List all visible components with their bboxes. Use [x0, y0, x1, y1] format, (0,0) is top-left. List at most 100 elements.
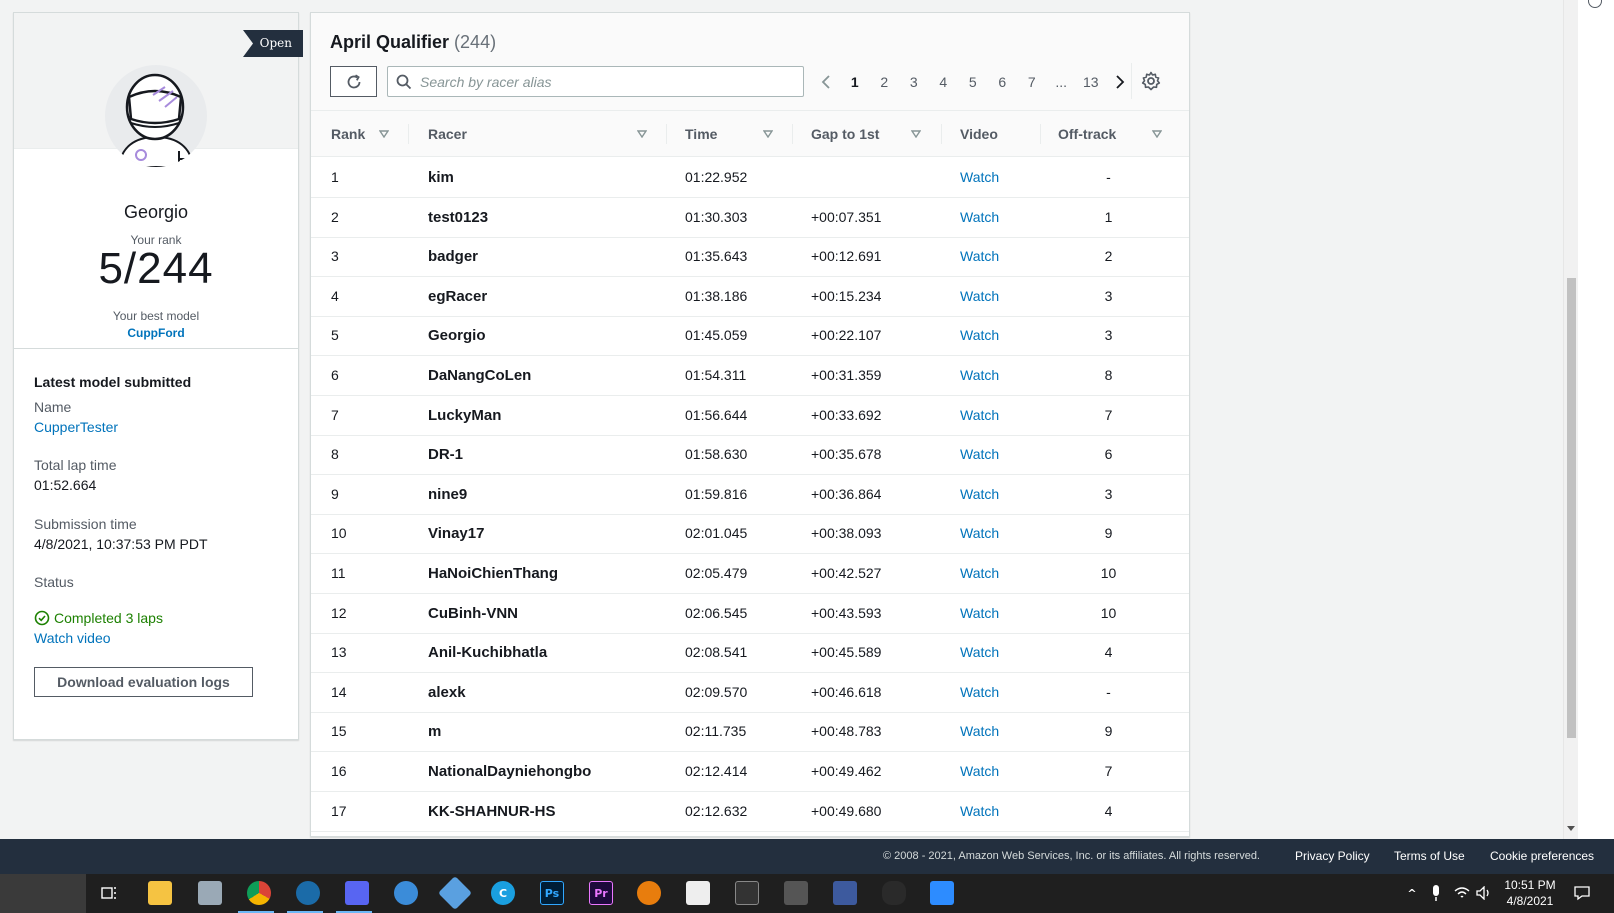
- offtrack-cell: 3: [1104, 485, 1113, 502]
- page-3[interactable]: 3: [899, 74, 929, 90]
- page-1[interactable]: 1: [840, 74, 870, 90]
- page-2[interactable]: 2: [870, 74, 900, 90]
- cpu-monitor-icon[interactable]: [784, 881, 808, 905]
- col-rank[interactable]: Rank: [331, 111, 365, 157]
- wifi-icon[interactable]: [1450, 881, 1474, 905]
- scroll-down-arrow-icon[interactable]: [1567, 826, 1575, 831]
- lap-time-value: 01:52.664: [34, 477, 97, 493]
- clock[interactable]: 10:51 PM 4/8/2021: [1500, 877, 1560, 909]
- watch-link[interactable]: Watch: [960, 316, 999, 355]
- watch-link[interactable]: Watch: [960, 712, 999, 751]
- watch-link[interactable]: Watch: [960, 792, 999, 831]
- task-view-icon[interactable]: [97, 881, 121, 905]
- file-explorer-icon[interactable]: [148, 881, 172, 905]
- gap-cell: +00:49.680: [811, 802, 882, 819]
- offtrack-cell: 1: [1104, 208, 1113, 225]
- col-divider: [666, 124, 667, 144]
- premiere-icon[interactable]: Pr: [589, 881, 613, 905]
- table-row: 8 DR-1 01:58.630 +00:35.678 Watch 6: [311, 435, 1189, 476]
- col-divider: [1040, 124, 1041, 144]
- watch-link[interactable]: Watch: [960, 752, 999, 791]
- watch-link[interactable]: Watch: [960, 198, 999, 237]
- terms-of-use-link[interactable]: Terms of Use: [1394, 839, 1465, 874]
- watch-link[interactable]: Watch: [960, 396, 999, 435]
- racer-cell: alexk: [428, 683, 466, 701]
- photoshop-icon[interactable]: Ps: [540, 881, 564, 905]
- latest-model-card: Latest model submitted Name CupperTester…: [13, 349, 299, 740]
- download-logs-button[interactable]: Download evaluation logs: [34, 667, 253, 697]
- watch-link[interactable]: Watch: [960, 673, 999, 712]
- clock-date: 4/8/2021: [1506, 894, 1554, 908]
- watch-link[interactable]: Watch: [960, 475, 999, 514]
- watch-link[interactable]: Watch: [960, 514, 999, 553]
- watch-link[interactable]: Watch: [960, 594, 999, 633]
- page-4[interactable]: 4: [929, 74, 959, 90]
- sort-time-icon[interactable]: [763, 130, 773, 138]
- tray-chevron-up-icon[interactable]: ^: [1400, 881, 1424, 905]
- table-row: 15 m 02:11.735 +00:48.783 Watch 9: [311, 712, 1189, 753]
- cookie-preferences-link[interactable]: Cookie preferences: [1490, 839, 1594, 874]
- c-app-icon[interactable]: C: [491, 881, 515, 905]
- gap-cell: +00:46.618: [811, 683, 882, 700]
- volume-icon[interactable]: [1472, 881, 1496, 905]
- photos-icon[interactable]: [198, 881, 222, 905]
- sort-rank-icon[interactable]: [379, 130, 389, 138]
- scrollbar-thumb[interactable]: [1567, 278, 1576, 738]
- best-model-link[interactable]: CuppFord: [14, 326, 298, 340]
- sort-gap-icon[interactable]: [911, 130, 921, 138]
- watch-link[interactable]: Watch: [960, 277, 999, 316]
- chevron-right-icon: [1116, 75, 1125, 89]
- copyright-text: © 2008 - 2021, Amazon Web Services, Inc.…: [883, 850, 1260, 862]
- table-settings-button[interactable]: [1141, 71, 1161, 91]
- page-6[interactable]: 6: [988, 74, 1018, 90]
- dolphin-icon[interactable]: [394, 881, 418, 905]
- time-cell: 02:12.414: [685, 763, 748, 779]
- submission-time-label: Submission time: [34, 516, 137, 532]
- offtrack-cell: 10: [1100, 604, 1117, 621]
- pagination: 1 2 3 4 5 6 7 ... 13: [811, 69, 1135, 95]
- watch-link[interactable]: Watch: [960, 633, 999, 672]
- zoom-icon[interactable]: [930, 881, 954, 905]
- watch-link[interactable]: Watch: [960, 435, 999, 474]
- sort-offtrack-icon[interactable]: [1152, 130, 1162, 138]
- page-7[interactable]: 7: [1017, 74, 1047, 90]
- page-5[interactable]: 5: [958, 74, 988, 90]
- gap-cell: +00:48.783: [811, 723, 882, 740]
- blender-icon[interactable]: [637, 881, 661, 905]
- steam-icon[interactable]: [296, 881, 320, 905]
- table-row: 16 NationalDayniehongbo 02:12.414 +00:49.46…: [311, 752, 1189, 792]
- discord-icon[interactable]: [345, 881, 369, 905]
- chrome-icon[interactable]: [247, 881, 271, 905]
- rank-cell: 13: [331, 644, 347, 661]
- gamepad-icon[interactable]: [833, 881, 857, 905]
- watch-video-link[interactable]: Watch video: [34, 630, 111, 646]
- page-13[interactable]: 13: [1076, 74, 1106, 90]
- offtrack-cell: 7: [1104, 406, 1113, 423]
- sort-racer-icon[interactable]: [637, 130, 647, 138]
- watch-link[interactable]: Watch: [960, 237, 999, 276]
- col-time[interactable]: Time: [685, 111, 717, 157]
- racer-cell: test0123: [428, 208, 489, 226]
- rank-cell: 4: [331, 287, 339, 304]
- mouse-icon[interactable]: [882, 881, 906, 905]
- col-racer[interactable]: Racer: [428, 111, 467, 157]
- microphone-icon[interactable]: [1424, 881, 1448, 905]
- privacy-policy-link[interactable]: Privacy Policy: [1295, 839, 1370, 874]
- terminal-icon[interactable]: [735, 881, 759, 905]
- page-scrollbar[interactable]: [1563, 0, 1578, 839]
- col-offtrack[interactable]: Off-track: [1058, 111, 1116, 157]
- notifications-icon[interactable]: [1570, 881, 1594, 905]
- search-input[interactable]: [420, 73, 800, 90]
- gap-cell: +00:43.593: [811, 604, 882, 621]
- prev-page-button[interactable]: [811, 74, 840, 90]
- model-name-link[interactable]: CupperTester: [34, 419, 118, 435]
- start-button[interactable]: [0, 874, 86, 913]
- unity-icon[interactable]: [686, 881, 710, 905]
- refresh-button[interactable]: [330, 66, 377, 97]
- diamond-app-icon[interactable]: [438, 876, 472, 910]
- watch-link[interactable]: Watch: [960, 554, 999, 593]
- col-gap[interactable]: Gap to 1st: [811, 111, 879, 157]
- page-ellipsis: ...: [1055, 74, 1068, 90]
- watch-link[interactable]: Watch: [960, 158, 999, 197]
- watch-link[interactable]: Watch: [960, 356, 999, 395]
